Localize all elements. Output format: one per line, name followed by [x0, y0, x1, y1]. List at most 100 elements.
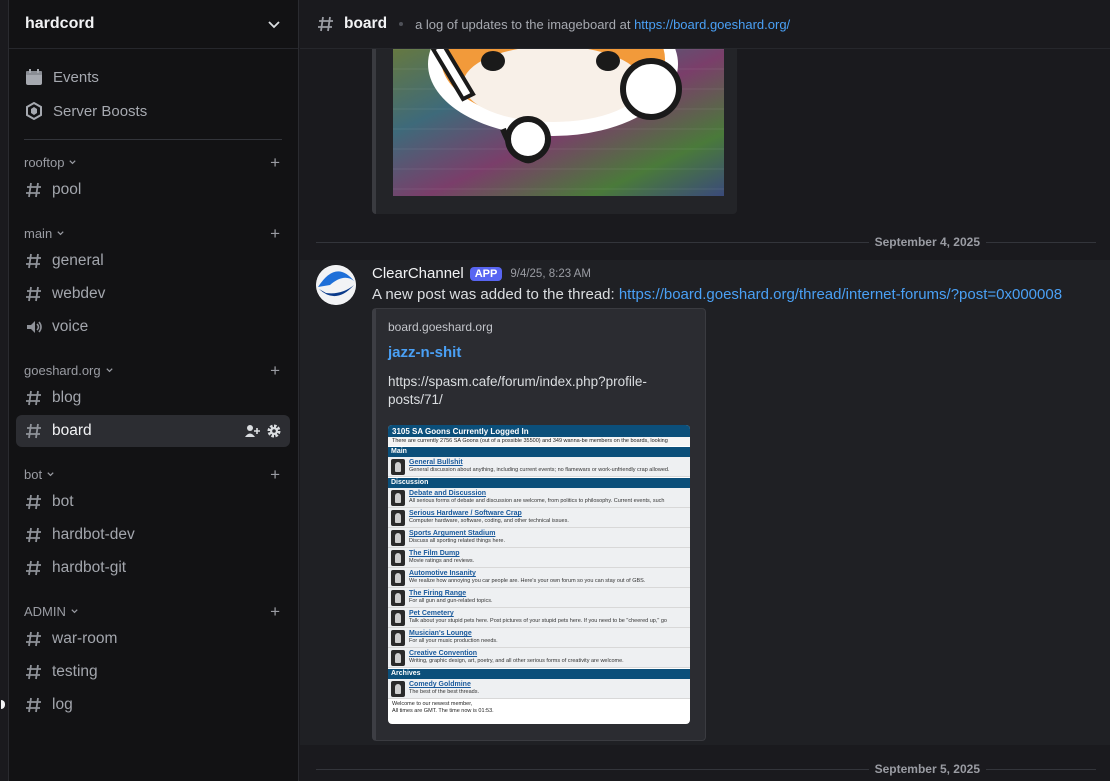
forum-desc: For all your music production needs.	[409, 638, 498, 644]
category-header[interactable]: rooftop +	[9, 151, 298, 173]
server-header[interactable]: hardcord	[9, 0, 298, 49]
channel-item-hardbot-dev[interactable]: hardbot-dev	[16, 519, 290, 551]
server-boosts-label: Server Boosts	[53, 102, 148, 120]
forum-name: Pet Cemetery	[409, 610, 454, 617]
forum-row: Comedy Goldmine The best of the best thre…	[388, 679, 690, 699]
add-channel-icon[interactable]: +	[270, 466, 280, 483]
channel-item-general[interactable]: general	[16, 245, 290, 277]
forum-title: 3105 SA Goons Currently Logged In	[388, 425, 690, 437]
add-channel-icon[interactable]: +	[270, 362, 280, 379]
category-header[interactable]: main +	[9, 222, 298, 244]
channel-item-bot[interactable]: bot	[16, 486, 290, 518]
chevron-down-icon	[105, 367, 113, 372]
events-item[interactable]: Events	[9, 60, 298, 94]
forum-footer-line: Welcome to our newest member,	[392, 701, 473, 707]
forum-icon	[391, 680, 405, 697]
chevron-down-icon	[57, 230, 64, 235]
channel-actions	[244, 423, 282, 439]
channel-item-voice[interactable]: voice	[16, 311, 290, 343]
add-channel-icon[interactable]: +	[270, 225, 280, 242]
channel-item-testing[interactable]: testing	[16, 656, 290, 688]
forum-desc: Writing, graphic design, art, poetry, an…	[409, 658, 624, 664]
forum-row: Automotive Insanity We realize how annoyi…	[388, 568, 690, 588]
link-embed: board.goeshard.org jazz-n-shit https://s…	[372, 308, 706, 741]
chevron-down-icon	[71, 608, 78, 613]
embed-image[interactable]: 3105 SA Goons Currently Logged In There …	[388, 425, 690, 724]
add-channel-icon[interactable]: +	[270, 603, 280, 620]
category-header[interactable]: ADMIN +	[9, 600, 298, 622]
hash-icon	[24, 180, 44, 200]
forum-row: Serious Hardware / Software Crap Computer…	[388, 508, 690, 528]
gear-icon[interactable]	[266, 423, 282, 439]
channel-label: voice	[52, 318, 89, 335]
forum-name: Sports Argument Stadium	[409, 530, 496, 537]
forum-list: Main General Bullshit General discussion a…	[388, 447, 690, 699]
channel-item-blog[interactable]: blog	[16, 382, 290, 414]
category-title: rooftop	[24, 155, 77, 170]
forum-name: The Film Dump	[409, 550, 460, 557]
category-title: goeshard.org	[24, 363, 114, 378]
message-list[interactable]: September 4, 2025 ClearChannel APP 9/4/2…	[300, 49, 1110, 781]
channel-label: war-room	[52, 630, 118, 647]
forum-desc: For all gun and gun-related topics.	[409, 598, 493, 604]
forum-icon	[391, 589, 405, 606]
app-badge: APP	[469, 266, 503, 281]
forum-row: Debate and Discussion All serious forms o…	[388, 488, 690, 508]
channel-item-board[interactable]: board	[16, 415, 290, 447]
category-header[interactable]: bot +	[9, 463, 298, 485]
channel-label: blog	[52, 389, 82, 406]
forum-row: General Bullshit General discussion about…	[388, 457, 690, 477]
forum-desc: All serious forms of debate and discussi…	[409, 498, 665, 504]
forum-section: Main	[388, 447, 690, 457]
message-timestamp: 9/4/25, 8:23 AM	[510, 267, 591, 280]
previous-embed-image[interactable]	[393, 49, 724, 196]
embed-title[interactable]: jazz-n-shit	[388, 344, 461, 361]
forum-icon	[391, 629, 405, 646]
chevron-down-icon	[69, 159, 77, 164]
message-item[interactable]: ClearChannel APP 9/4/25, 8:23 AM A new p…	[300, 260, 1110, 745]
channel-label: log	[52, 696, 73, 713]
avatar[interactable]	[316, 265, 356, 305]
channel-item-webdev[interactable]: webdev	[16, 278, 290, 310]
forum-desc: We realize how annoying you car people a…	[409, 578, 646, 584]
forum-row: Creative Convention Writing, graphic desi…	[388, 648, 690, 668]
server-name: hardcord	[25, 15, 95, 32]
forum-footer: Welcome to our newest member, All times …	[388, 699, 690, 717]
sidebar-divider	[24, 139, 282, 140]
channel-label: pool	[52, 181, 82, 198]
hash-icon	[24, 284, 44, 304]
channel-item-hardbot-git[interactable]: hardbot-git	[16, 552, 290, 584]
forum-name: Automotive Insanity	[409, 570, 476, 577]
invite-user-icon[interactable]	[244, 423, 260, 439]
author-name[interactable]: ClearChannel	[372, 265, 464, 282]
calendar-icon	[24, 67, 44, 87]
channel-item-log[interactable]: log	[1, 689, 290, 721]
chevron-down-icon[interactable]	[266, 16, 282, 32]
forum-row: Musician's Lounge For all your music prod…	[388, 628, 690, 648]
add-channel-icon[interactable]: +	[270, 154, 280, 171]
category-name: ADMIN	[24, 603, 66, 619]
forum-desc: The best of the best threads.	[409, 689, 480, 695]
forum-section: Discussion	[388, 478, 690, 488]
forum-footer-line: All times are GMT. The time now is 01:53…	[392, 708, 494, 714]
forum-icon	[391, 529, 405, 546]
forum-icon	[391, 458, 405, 475]
topic-text: a log of updates to the imageboard at	[415, 16, 635, 32]
channel-label: bot	[52, 493, 74, 510]
channel-label: general	[52, 252, 104, 269]
hash-icon	[24, 492, 44, 512]
category-title: ADMIN	[24, 604, 79, 619]
topic-link[interactable]: https://board.goeshard.org/	[634, 17, 790, 32]
forum-name: Musician's Lounge	[409, 630, 472, 637]
category-header[interactable]: goeshard.org +	[9, 359, 298, 381]
server-boosts-item[interactable]: Server Boosts	[9, 94, 298, 128]
message-link[interactable]: https://board.goeshard.org/thread/intern…	[619, 286, 1062, 303]
hash-icon	[24, 558, 44, 578]
forum-row: The Film Dump Movie ratings and reviews.	[388, 548, 690, 568]
channel-item-pool[interactable]: pool	[16, 174, 290, 206]
channel-item-war-room[interactable]: war-room	[16, 623, 290, 655]
forum-row: Sports Argument Stadium Discuss all sport…	[388, 528, 690, 548]
category-name: main	[24, 225, 53, 241]
message-content: A new post was added to the thread: http…	[372, 286, 1062, 303]
forum-name: General Bullshit	[409, 459, 463, 466]
